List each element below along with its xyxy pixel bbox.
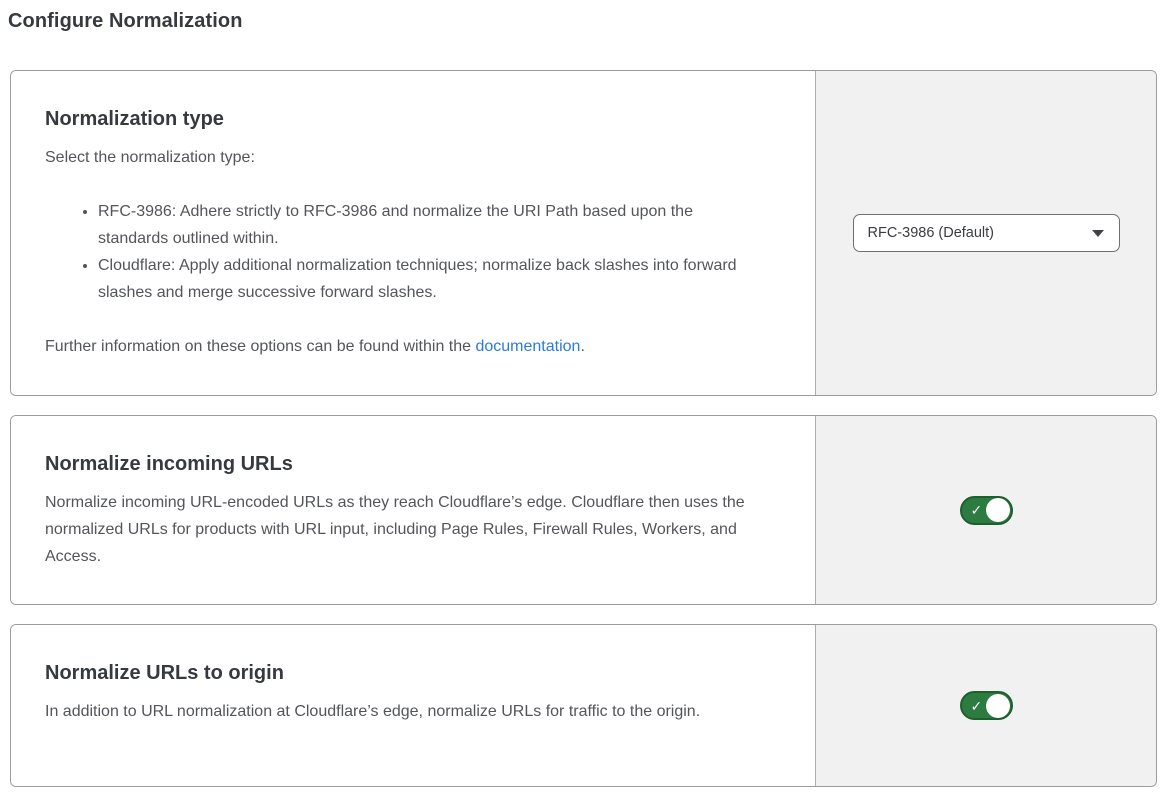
card-normalization-type-content: Normalization type Select the normalizat… xyxy=(11,71,815,395)
footer-note-text: Further information on these options can… xyxy=(45,338,475,355)
footer-note-period: . xyxy=(580,338,584,355)
normalize-incoming-urls-toggle[interactable]: ✓ xyxy=(960,496,1013,525)
check-icon: ✓ xyxy=(971,503,983,517)
normalize-urls-to-origin-toggle[interactable]: ✓ xyxy=(960,691,1013,720)
toggle-knob xyxy=(986,498,1010,522)
card-intro: Select the normalization type: xyxy=(45,144,775,171)
card-control-panel: RFC-3986 (Default) xyxy=(815,71,1156,395)
page-title: Configure Normalization xyxy=(8,10,1159,33)
card-normalize-incoming-urls: Normalize incoming URLs Normalize incomi… xyxy=(10,415,1157,605)
settings-cards: Normalization type Select the normalizat… xyxy=(10,70,1157,787)
documentation-link[interactable]: documentation xyxy=(475,338,580,355)
configure-normalization-page: Configure Normalization Normalization ty… xyxy=(0,0,1167,799)
dropdown-selected-value: RFC-3986 (Default) xyxy=(868,225,995,241)
card-normalization-type: Normalization type Select the normalizat… xyxy=(10,70,1157,396)
card-description: In addition to URL normalization at Clou… xyxy=(45,698,775,725)
card-description: Normalize incoming URL-encoded URLs as t… xyxy=(45,489,775,570)
card-heading: Normalize incoming URLs xyxy=(45,453,775,476)
normalization-type-dropdown[interactable]: RFC-3986 (Default) xyxy=(853,214,1120,252)
footer-note: Further information on these options can… xyxy=(45,333,775,360)
list-item: Cloudflare: Apply additional normalizati… xyxy=(98,252,766,306)
card-heading: Normalize URLs to origin xyxy=(45,662,775,685)
card-control-panel: ✓ xyxy=(815,416,1156,604)
card-normalize-urls-to-origin-content: Normalize URLs to origin In addition to … xyxy=(11,625,815,786)
card-normalize-incoming-urls-content: Normalize incoming URLs Normalize incomi… xyxy=(11,416,815,604)
card-normalize-urls-to-origin: Normalize URLs to origin In addition to … xyxy=(10,624,1157,787)
chevron-down-icon xyxy=(1092,230,1104,237)
card-control-panel: ✓ xyxy=(815,625,1156,786)
card-heading: Normalization type xyxy=(45,108,775,131)
check-icon: ✓ xyxy=(971,699,983,713)
normalization-options-list: RFC-3986: Adhere strictly to RFC-3986 an… xyxy=(45,198,775,306)
toggle-knob xyxy=(986,694,1010,718)
list-item: RFC-3986: Adhere strictly to RFC-3986 an… xyxy=(98,198,766,252)
